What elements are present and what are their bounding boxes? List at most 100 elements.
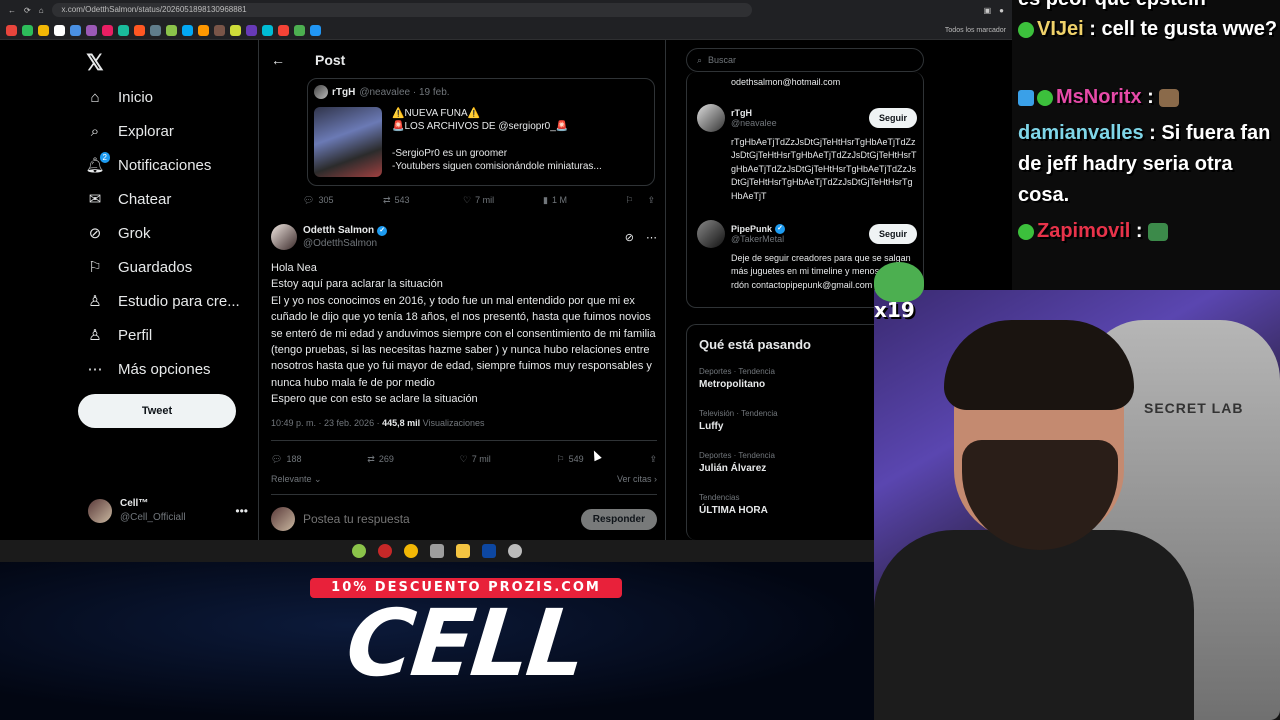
nav-item-estudio[interactable]: ♙ Estudio para cre... <box>86 286 239 316</box>
trend-item[interactable]: Deportes · Tendencia Metropolitano <box>699 367 775 390</box>
grok-icon[interactable]: ⊘ <box>625 231 634 244</box>
reply-action[interactable]: 💬︎ 188 <box>271 452 301 466</box>
bookmark-icon[interactable]: ⚐ <box>625 195 633 206</box>
follow-button[interactable]: Seguir <box>868 108 917 128</box>
bookmark-icon-1[interactable] <box>6 24 17 36</box>
search-input[interactable]: ⌕ Buscar <box>686 48 924 72</box>
nav-item-inicio[interactable]: ⌂ Inicio <box>86 82 153 112</box>
nav-item-grok[interactable]: ⊘ Grok <box>86 218 151 248</box>
bookmark-icon-16[interactable] <box>246 24 257 36</box>
badge-icon <box>1018 223 1034 240</box>
repost-action[interactable]: ⇄ 269 <box>367 452 394 466</box>
studio-icon: ♙ <box>88 293 102 310</box>
chat-message: es peor que epstein <box>1018 0 1280 15</box>
reload-icon[interactable]: ⟳ <box>24 6 31 15</box>
trends-title: Qué está pasando <box>699 337 811 352</box>
like-action[interactable]: ♡ 7 mil <box>463 195 543 206</box>
view-quotes-link[interactable]: Ver citas › <box>617 474 657 485</box>
bookmark-icon-18[interactable] <box>278 24 289 36</box>
bookmark-action[interactable]: ⚐ 549 <box>557 452 584 466</box>
repost-icon: ⇄ <box>367 453 375 464</box>
bookmark-icon-8[interactable] <box>118 24 129 36</box>
bookmark-icon-14[interactable] <box>214 24 225 36</box>
share-icon[interactable]: ⇪ <box>649 452 657 466</box>
nav-item-notificaciones[interactable]: 🔔︎ 2 Notificaciones <box>85 150 211 180</box>
folder-icon[interactable] <box>456 544 470 558</box>
bookmark-icon-15[interactable] <box>230 24 241 36</box>
screen: ← ⟳ ⌂ x.com/OdetthSalmon/status/20260518… <box>0 0 1280 720</box>
nav-item-mas-opciones[interactable]: ⋯ Más opciones <box>86 354 211 384</box>
author-handle[interactable]: @OdetthSalmon <box>303 237 387 250</box>
author-name[interactable]: Odetth Salmon <box>303 224 374 237</box>
back-icon[interactable]: ← <box>8 6 16 15</box>
bookmark-icon-12[interactable] <box>182 24 193 36</box>
bookmark-icon-13[interactable] <box>198 24 209 36</box>
quoted-line: 🚨LOS ARCHIVOS DE @sergiopr0_🚨 <box>392 121 569 132</box>
reply-button[interactable]: Responder <box>580 508 657 530</box>
streamer-hair <box>944 320 1134 410</box>
profile-icon[interactable]: ● <box>999 6 1004 15</box>
trend-context: Deportes · Tendencia <box>699 367 775 376</box>
more-dots-icon[interactable]: ⋯ <box>646 231 657 244</box>
back-arrow-icon[interactable]: ← <box>271 52 285 68</box>
bookmark-icon-11[interactable] <box>166 24 177 36</box>
app-icon[interactable] <box>508 544 522 558</box>
chevron-down-icon: ⌄ <box>314 474 322 484</box>
bookmark-icon-10[interactable] <box>150 24 161 36</box>
trend-item[interactable]: Televisión · Tendencia Luffy <box>699 409 778 432</box>
chrome-icon[interactable] <box>404 544 418 558</box>
trend-topic: ÚLTIMA HORA <box>699 505 768 516</box>
reply-input[interactable] <box>303 512 573 526</box>
extensions-icon[interactable]: ▣ <box>984 6 992 15</box>
nav-item-chatear[interactable]: ✉ Chatear <box>86 184 172 214</box>
bookmark-icon-7[interactable] <box>102 24 113 36</box>
repost-action[interactable]: ⇄ 543 <box>383 195 463 206</box>
nav-item-guardados[interactable]: ⚐ Guardados <box>86 252 192 282</box>
nav-item-perfil[interactable]: ♙ Perfil <box>86 320 152 350</box>
bookmark-icon-5[interactable] <box>70 24 81 36</box>
bookmark-icon-20[interactable] <box>310 24 321 36</box>
chat-message: MsNoritx : <box>1018 82 1280 113</box>
like-action[interactable]: ♡ 7 mil <box>460 452 491 466</box>
avatar <box>271 507 295 531</box>
all-bookmarks-label[interactable]: Todos los marcador <box>945 27 1006 34</box>
trend-item[interactable]: Tendencias ÚLTIMA HORA <box>699 493 768 516</box>
suggestion-bio: rTgHbAeTjTdZzJsDtGjTeHtHsrTgHbAeTjTdZzJs… <box>731 137 917 201</box>
account-switcher[interactable]: Cell™ @Cell_Officiall ••• <box>88 494 248 528</box>
nav-label: Perfil <box>118 326 153 344</box>
bookmark-icon-3[interactable] <box>38 24 49 36</box>
bell-icon: 🔔︎ 2 <box>85 152 110 174</box>
post-paragraph: Hola Nea <box>271 262 317 274</box>
sort-dropdown[interactable]: Relevante ⌄ <box>271 474 322 485</box>
reply-action[interactable]: 💬︎ 305 <box>303 195 383 206</box>
share-icon[interactable]: ⇪ <box>647 195 655 206</box>
quoted-post[interactable]: rTgH @neavalee · 19 feb. ⚠️NUEVA FUNA⚠️ … <box>307 78 655 186</box>
home-browser-icon[interactable]: ⌂ <box>39 6 44 15</box>
quoted-thumbnail[interactable] <box>314 107 382 177</box>
bookmark-icon-2[interactable] <box>22 24 33 36</box>
avatar[interactable] <box>271 224 297 250</box>
bookmark-icon-6[interactable] <box>86 24 97 36</box>
app-icon[interactable] <box>430 544 444 558</box>
tweet-button[interactable]: Tweet <box>78 394 236 428</box>
bookmark-icon-17[interactable] <box>262 24 273 36</box>
post-timestamp[interactable]: 10:49 p. m. · 23 feb. 2026 · <box>271 418 382 428</box>
photoshop-icon[interactable] <box>482 544 496 558</box>
app-icon[interactable] <box>378 544 392 558</box>
views-action[interactable]: ▮ 1 M <box>543 195 623 206</box>
x-logo-icon[interactable]: 𝕏 <box>86 50 104 76</box>
bookmark-icon-19[interactable] <box>294 24 305 36</box>
person-icon: ♙ <box>88 327 102 344</box>
bookmark-icon-9[interactable] <box>134 24 145 36</box>
bookmark-count: 549 <box>568 454 584 464</box>
nav-item-explorar[interactable]: ⌕ Explorar <box>86 116 174 146</box>
app-icon[interactable] <box>352 544 366 558</box>
trend-item[interactable]: Deportes · Tendencia Julián Álvarez <box>699 451 775 474</box>
chat-text: : <box>1141 86 1154 108</box>
chat-username: Zapimovil <box>1037 220 1131 242</box>
address-bar[interactable]: x.com/OdetthSalmon/status/20260518981309… <box>51 3 752 17</box>
bookmark-icon-4[interactable] <box>54 24 65 36</box>
more-dots-icon[interactable]: ••• <box>235 504 248 518</box>
follow-button[interactable]: Seguir <box>868 224 917 244</box>
follow-suggestion[interactable]: rTgH @neavalee Seguir rTgHbAeTjTdZzJsDtG… <box>697 104 917 203</box>
